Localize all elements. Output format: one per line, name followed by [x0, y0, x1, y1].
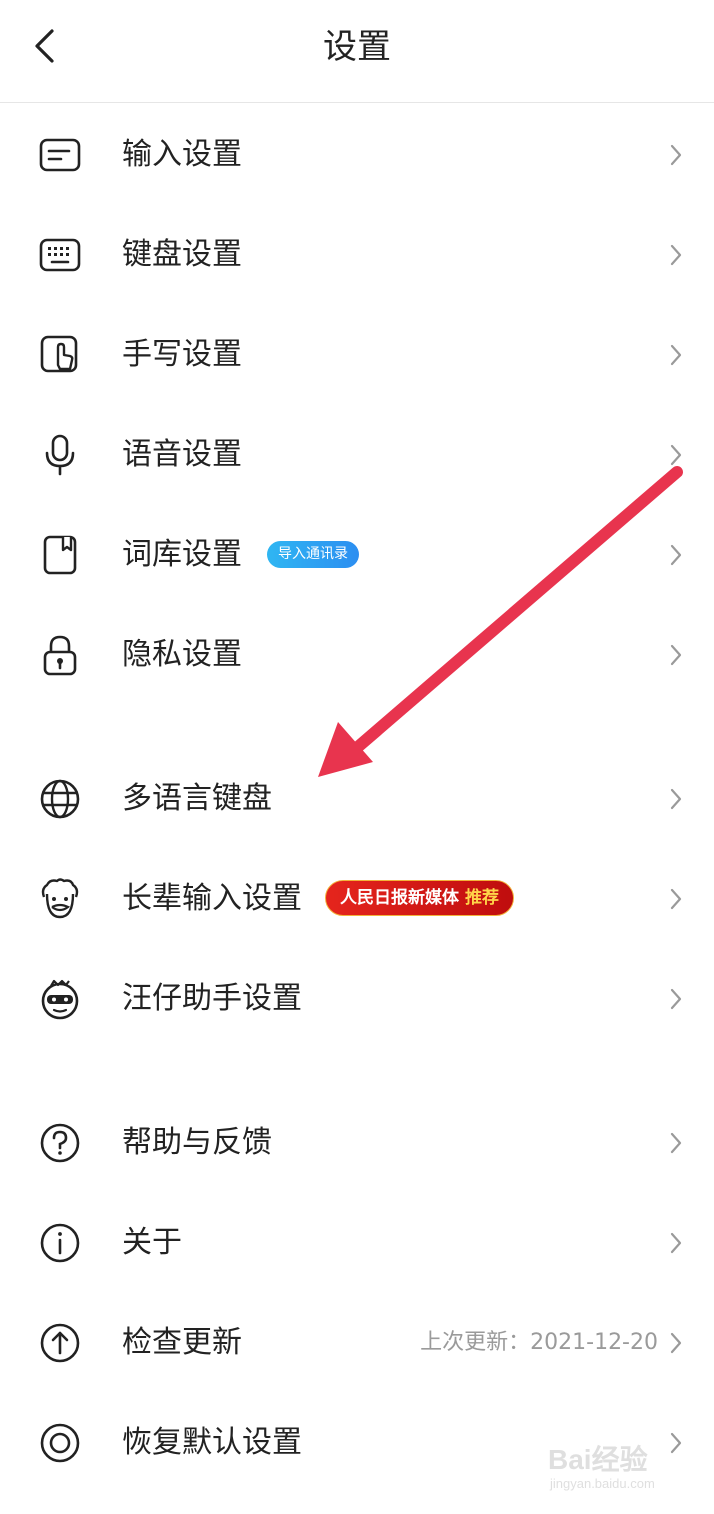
- settings-row-elder-input[interactable]: 长辈输入设置 人民日报新媒体 推荐: [0, 847, 714, 947]
- import-contacts-badge[interactable]: 导入通讯录: [267, 541, 359, 568]
- settings-row-label: 词库设置: [122, 537, 242, 572]
- last-update-text: 上次更新：2021-12-20: [420, 1330, 658, 1355]
- header-bar: 设置: [0, 0, 714, 103]
- settings-row-voice[interactable]: 语音设置: [0, 403, 714, 503]
- chevron-right-icon: [670, 1232, 682, 1254]
- question-circle-icon: [38, 1121, 82, 1165]
- settings-row-about[interactable]: 关于: [0, 1191, 714, 1291]
- settings-row-label: 检查更新: [122, 1325, 242, 1360]
- badge-text: 人民日报新媒体: [340, 888, 459, 908]
- chevron-right-icon: [670, 344, 682, 366]
- settings-row-label: 帮助与反馈: [122, 1125, 272, 1160]
- settings-row-label: 长辈输入设置: [122, 881, 302, 916]
- settings-row-label: 键盘设置: [122, 237, 242, 272]
- badge-highlight: 推荐: [465, 888, 499, 908]
- settings-row-label: 多语言键盘: [122, 781, 272, 816]
- chevron-right-icon: [670, 788, 682, 810]
- settings-row-label: 恢复默认设置: [122, 1425, 302, 1460]
- keyboard-icon: [38, 233, 82, 277]
- settings-row-multilanguage[interactable]: 多语言键盘: [0, 747, 714, 847]
- watermark-url: jingyan.baidu.com: [550, 1476, 655, 1491]
- upload-arrow-circle-icon: [38, 1321, 82, 1365]
- chevron-right-icon: [670, 888, 682, 910]
- dictionary-book-icon: [38, 533, 82, 577]
- chevron-right-icon: [670, 988, 682, 1010]
- handwriting-icon: [38, 333, 82, 377]
- microphone-icon: [38, 433, 82, 477]
- settings-row-assistant[interactable]: 汪仔助手设置: [0, 947, 714, 1047]
- settings-row-label: 语音设置: [122, 437, 242, 472]
- settings-row-help-feedback[interactable]: 帮助与反馈: [0, 1091, 714, 1191]
- settings-row-privacy[interactable]: 隐私设置: [0, 603, 714, 703]
- watermark-text: Bai经验: [548, 1444, 648, 1475]
- chevron-right-icon: [670, 244, 682, 266]
- people-daily-recommend-badge[interactable]: 人民日报新媒体 推荐: [325, 880, 514, 916]
- input-box-icon: [38, 133, 82, 177]
- chevron-right-icon: [670, 444, 682, 466]
- settings-row-handwriting[interactable]: 手写设置: [0, 303, 714, 403]
- page-title: 设置: [323, 27, 391, 67]
- baidu-jingyan-watermark: Bai经验 jingyan.baidu.com: [548, 1436, 688, 1500]
- settings-row-dictionary[interactable]: 词库设置 导入通讯录: [0, 503, 714, 603]
- chevron-right-icon: [670, 644, 682, 666]
- elder-face-icon: [38, 877, 82, 921]
- assistant-face-icon: [38, 977, 82, 1021]
- settings-row-check-update[interactable]: 检查更新 上次更新：2021-12-20: [0, 1291, 714, 1391]
- chevron-right-icon: [670, 544, 682, 566]
- info-circle-icon: [38, 1221, 82, 1265]
- settings-row-label: 手写设置: [122, 337, 242, 372]
- lock-icon: [38, 633, 82, 677]
- settings-row-input[interactable]: 输入设置: [0, 103, 714, 203]
- chevron-right-icon: [670, 1132, 682, 1154]
- globe-icon: [38, 777, 82, 821]
- settings-row-label: 关于: [122, 1225, 182, 1260]
- reset-ring-icon: [38, 1421, 82, 1465]
- settings-row-keyboard[interactable]: 键盘设置: [0, 203, 714, 303]
- settings-row-label: 汪仔助手设置: [122, 981, 302, 1016]
- chevron-right-icon: [670, 144, 682, 166]
- chevron-right-icon: [670, 1332, 682, 1354]
- settings-row-label: 隐私设置: [122, 637, 242, 672]
- settings-row-label: 输入设置: [122, 137, 242, 172]
